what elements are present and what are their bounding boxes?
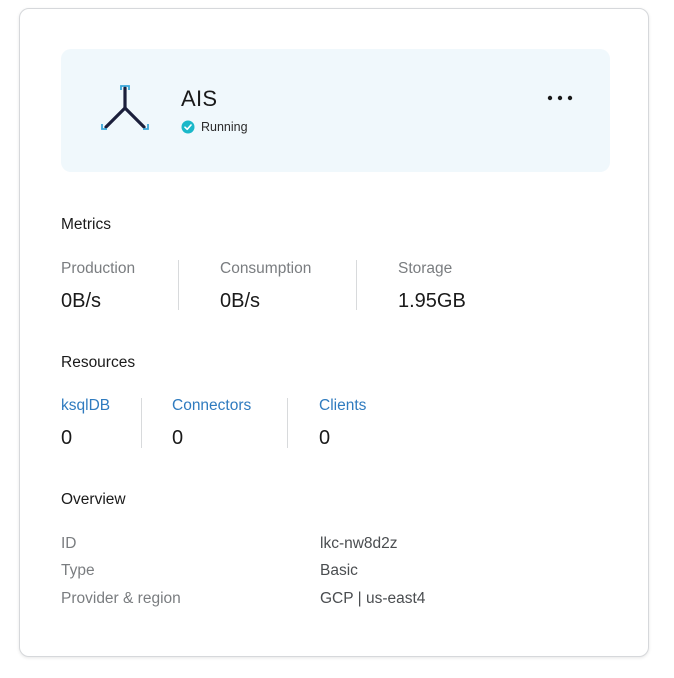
resource-value: 0 [172,427,184,449]
metric-label: Consumption [220,260,312,277]
overview-value-provider: GCP | us-east4 [320,590,426,607]
overview-label-id: ID [61,535,77,552]
metrics-title: Metrics [61,216,111,233]
more-dots-icon [547,95,573,101]
metric-label: Storage [398,260,453,277]
cluster-card: AIS Running Metrics Production 0B/s Cons… [19,8,649,657]
overview-title: Overview [61,491,126,508]
metric-label: Production [61,260,136,277]
divider [356,260,357,310]
resources-title: Resources [61,354,136,371]
more-options-button[interactable] [541,87,579,109]
divider [287,398,288,448]
divider [178,260,179,310]
three-node-cluster-icon [97,82,153,138]
clients-link[interactable]: Clients [319,397,366,415]
metric-value: 1.95GB [398,290,466,312]
status-text: Running [201,120,248,134]
resource-value: 0 [61,427,73,449]
connectors-link[interactable]: Connectors [172,397,251,415]
metric-value: 0B/s [220,290,261,312]
ksqldb-link[interactable]: ksqlDB [61,397,110,415]
cluster-status: Running [181,120,248,134]
overview-value-id: lkc-nw8d2z [320,535,398,552]
metric-value: 0B/s [61,290,102,312]
overview-label-type: Type [61,562,95,579]
cluster-header: AIS Running [61,49,610,172]
check-circle-icon [181,120,195,134]
overview-value-type: Basic [320,562,358,579]
overview-label-provider: Provider & region [61,590,181,607]
cluster-name: AIS [181,86,218,111]
divider [141,398,142,448]
resource-value: 0 [319,427,331,449]
